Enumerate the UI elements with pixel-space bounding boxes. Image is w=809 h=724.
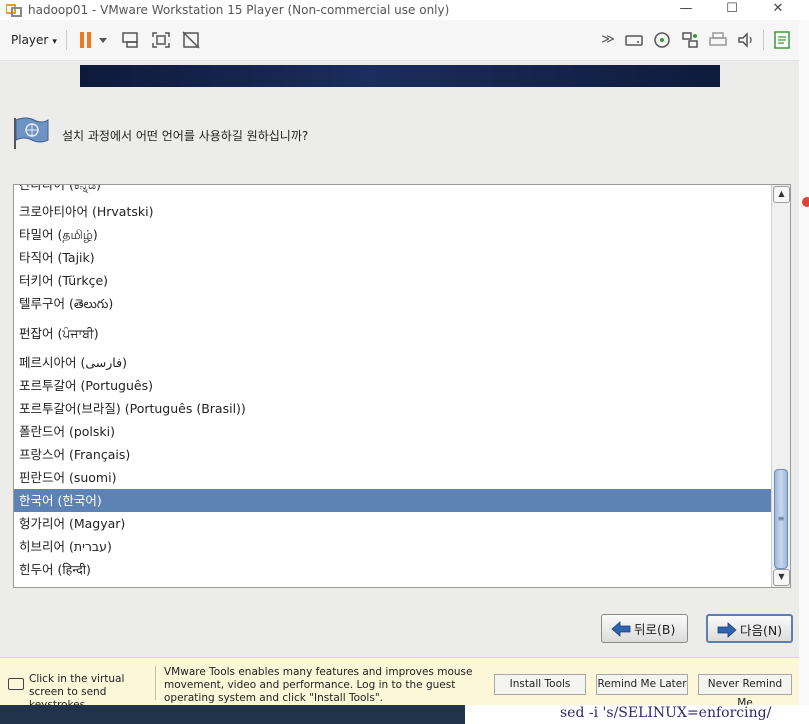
globe-flag-icon bbox=[14, 117, 49, 149]
language-item-label: 핀란드어 (suomi) bbox=[19, 470, 117, 485]
language-question: 설치 과정에서 어떤 언어를 사용하길 원하십니까? bbox=[62, 129, 309, 143]
install-tools-button[interactable]: Install Tools bbox=[494, 674, 586, 695]
language-item-label: 칸나다어 (ಕನ್ನಡ) bbox=[19, 184, 101, 192]
remind-later-button[interactable]: Remind Me Later bbox=[596, 674, 688, 695]
network-icon[interactable] bbox=[680, 31, 700, 49]
maximize-button[interactable]: ☐ bbox=[709, 0, 755, 20]
language-item[interactable]: 타직어 (Tajik) bbox=[14, 246, 771, 269]
vmware-player-icon bbox=[6, 4, 22, 17]
language-item-label: 프랑스어 (Français) bbox=[19, 447, 131, 462]
next-button-label: 다음(N) bbox=[740, 623, 783, 638]
language-item-label: 힌두어 (हिन्दी) bbox=[19, 562, 91, 577]
language-item[interactable]: 프랑스어 (Français) bbox=[14, 443, 771, 466]
language-item-label: 포르투갈어(브라질) (Português (Brasil)) bbox=[19, 401, 246, 416]
toolbar-divider bbox=[66, 30, 67, 50]
language-item-label: 텔루구어 (తెలుగు) bbox=[19, 296, 114, 311]
language-item-label: 타직어 (Tajik) bbox=[19, 250, 95, 265]
host-notification-dot bbox=[802, 197, 809, 207]
notification-divider bbox=[155, 666, 156, 700]
arrow-right-icon bbox=[717, 622, 737, 638]
language-item-label: 포르투갈어 (Português) bbox=[19, 378, 153, 393]
language-list-scrollbar[interactable]: ▲ ≡ ▼ bbox=[771, 185, 790, 587]
language-item[interactable]: 힌두어 (हिन्दी) bbox=[14, 558, 771, 581]
language-item-label: 히브리어 (עברית) bbox=[19, 539, 112, 554]
unity-icon[interactable] bbox=[181, 31, 201, 49]
minimize-button[interactable]: — bbox=[663, 0, 709, 20]
arrow-left-icon bbox=[611, 621, 631, 637]
language-item-label: 페르시아어 (فارسی) bbox=[19, 355, 127, 370]
language-item[interactable]: 칸나다어 (ಕನ್ನಡ) bbox=[14, 184, 771, 196]
player-menu-button[interactable]: Player ▾ bbox=[11, 33, 57, 47]
language-item[interactable]: 포르투갈어 (Português) bbox=[14, 374, 771, 397]
sound-icon[interactable] bbox=[736, 31, 756, 49]
scroll-up-icon[interactable]: ▲ bbox=[773, 186, 790, 203]
chevron-down-icon: ▾ bbox=[52, 37, 57, 47]
back-button-label: 뒤로(B) bbox=[634, 622, 676, 637]
window-title: hadoop01 - VMware Workstation 15 Player … bbox=[28, 3, 450, 17]
language-item[interactable]: 히브리어 (עברית) bbox=[14, 535, 771, 558]
language-item[interactable]: 포르투갈어(브라질) (Português (Brasil)) bbox=[14, 397, 771, 420]
language-item[interactable]: 터키어 (Türkçe) bbox=[14, 269, 771, 292]
next-button[interactable]: 다음(N) bbox=[706, 614, 793, 643]
language-item[interactable]: 펀잡어 (ਪੰਜਾਬੀ) bbox=[14, 322, 771, 345]
language-item[interactable]: 페르시아어 (فارسی) bbox=[14, 351, 771, 374]
language-item-label: 크로아티아어 (Hrvatski) bbox=[19, 204, 154, 219]
language-item-label: 터키어 (Türkçe) bbox=[19, 273, 109, 288]
language-item-selected[interactable]: 한국어 (한국어) bbox=[14, 489, 771, 512]
pause-dropdown-icon[interactable] bbox=[97, 31, 109, 49]
language-item[interactable]: 폴란드어 (polski) bbox=[14, 420, 771, 443]
language-item[interactable]: 헝가리어 (Magyar) bbox=[14, 512, 771, 535]
back-button[interactable]: 뒤로(B) bbox=[601, 614, 688, 643]
language-list[interactable]: 칸나다어 (ಕನ್ನಡ) 크로아티아어 (Hrvatski) 타밀어 (தமிழ்)… bbox=[13, 184, 791, 588]
send-ctrl-alt-del-icon[interactable] bbox=[121, 31, 141, 49]
language-item-label: 펀잡어 (ਪੰਜਾਬੀ) bbox=[19, 326, 99, 341]
toolbar-divider bbox=[763, 30, 764, 50]
player-toolbar: Player ▾ ≫ bbox=[0, 20, 799, 61]
host-dark-panel bbox=[0, 705, 465, 724]
hard-disk-icon[interactable] bbox=[624, 31, 644, 49]
cd-icon[interactable] bbox=[652, 31, 672, 49]
scroll-down-icon[interactable]: ▼ bbox=[773, 569, 790, 586]
host-desktop-bottom: sed -i 's/SELINUX=enforcing/ bbox=[0, 705, 809, 724]
scrollbar-thumb[interactable]: ≡ bbox=[774, 469, 788, 569]
language-item[interactable]: 텔루구어 (తెలుగు) bbox=[14, 292, 771, 315]
more-devices-icon[interactable]: ≫ bbox=[598, 31, 618, 49]
host-code-snippet: sed -i 's/SELINUX=enforcing/ bbox=[560, 705, 772, 721]
printer-icon[interactable] bbox=[708, 31, 728, 49]
language-item[interactable]: 타밀어 (தமிழ்) bbox=[14, 223, 771, 246]
language-item-label: 타밀어 (தமிழ்) bbox=[19, 227, 98, 242]
keyboard-icon bbox=[8, 678, 24, 690]
pause-icon[interactable] bbox=[76, 31, 96, 49]
close-button[interactable]: ✕ bbox=[755, 0, 801, 20]
player-menu-label: Player bbox=[11, 33, 49, 47]
language-item[interactable]: 크로아티아어 (Hrvatski) bbox=[14, 200, 771, 223]
language-item-label: 한국어 (한국어) bbox=[19, 493, 102, 508]
guest-screen[interactable]: 설치 과정에서 어떤 언어를 사용하길 원하십니까? 칸나다어 (ಕನ್ನಡ) 크… bbox=[0, 61, 799, 657]
language-item-label: 폴란드어 (polski) bbox=[19, 424, 116, 439]
fullscreen-icon[interactable] bbox=[151, 31, 171, 49]
tools-message: VMware Tools enables many features and i… bbox=[164, 666, 473, 704]
never-remind-button[interactable]: Never Remind Me bbox=[698, 674, 792, 709]
vmware-tools-notification: Click in the virtual screen to send keys… bbox=[0, 657, 799, 711]
host-desktop-edge bbox=[799, 20, 809, 724]
window-title-bar: hadoop01 - VMware Workstation 15 Player … bbox=[0, 0, 809, 20]
language-item[interactable]: 핀란드어 (suomi) bbox=[14, 466, 771, 489]
message-log-icon[interactable] bbox=[772, 31, 792, 49]
language-item-label: 헝가리어 (Magyar) bbox=[19, 516, 126, 531]
installer-banner bbox=[80, 65, 720, 87]
